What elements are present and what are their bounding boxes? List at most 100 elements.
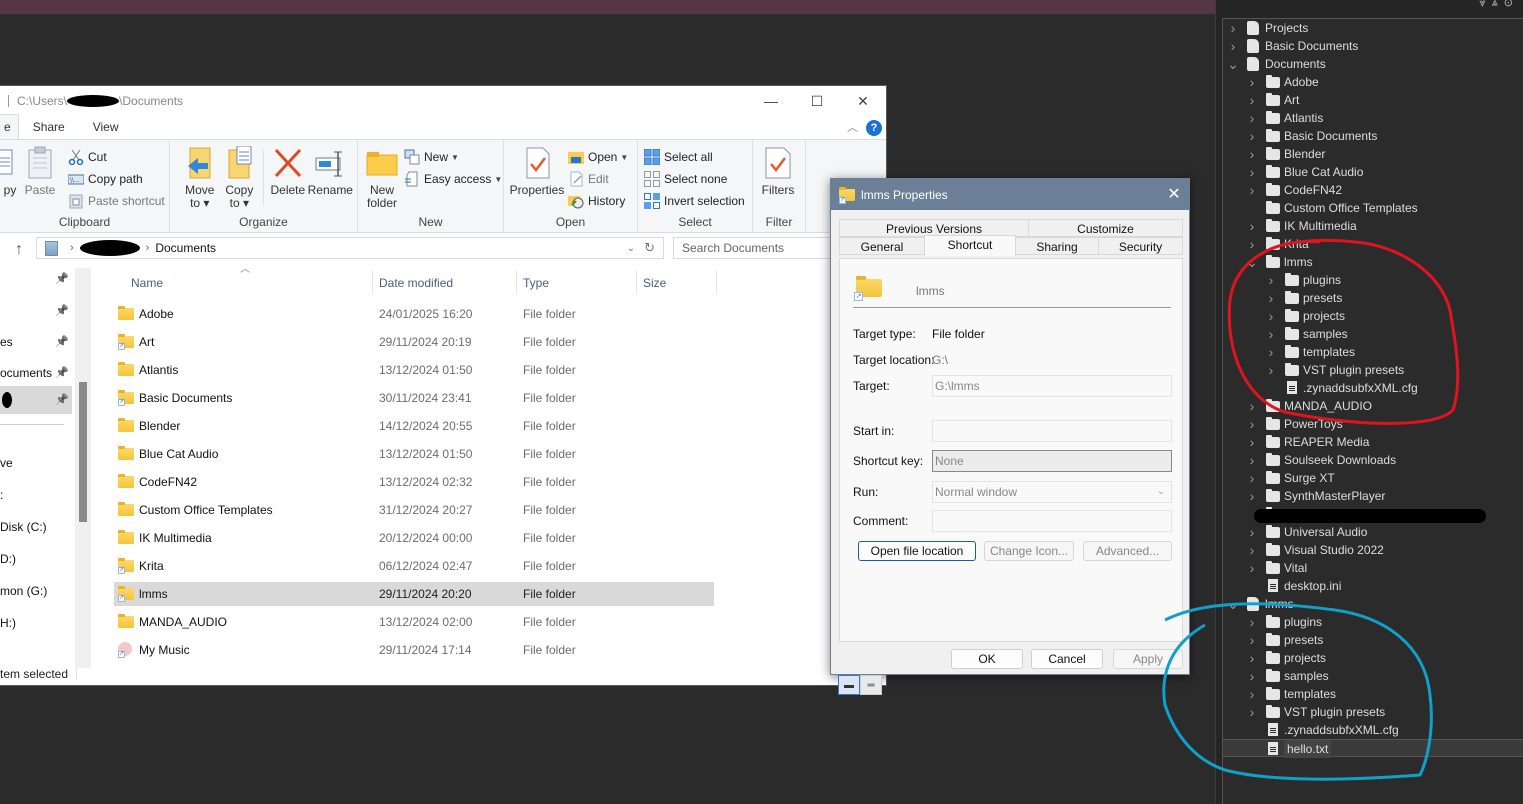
file-row[interactable]: ↗ Basic Documents 30/11/2024 23:41 File fol…	[114, 386, 714, 410]
expand-chevron-icon[interactable]: ›	[1246, 469, 1258, 487]
pin-icon[interactable]: 📌	[55, 386, 69, 414]
column-separator[interactable]	[716, 270, 717, 294]
easy-access-button[interactable]: Easy access ▼	[404, 168, 502, 190]
paste-shortcut-button[interactable]: Paste shortcut	[68, 190, 165, 212]
expand-chevron-icon[interactable]: ›	[1227, 37, 1239, 55]
tab-shortcut[interactable]: Shortcut	[924, 235, 1016, 256]
pin-icon[interactable]: 📌	[55, 362, 69, 384]
file-row[interactable]: IK Multimedia 20/12/2024 00:00 File folder	[114, 526, 714, 550]
apply-button[interactable]: Apply	[1113, 649, 1183, 669]
expand-chevron-icon[interactable]: ›	[1246, 667, 1258, 685]
column-header-size[interactable]: Size	[643, 268, 666, 298]
new-item-button[interactable]: New ▼	[404, 146, 502, 168]
change-icon-button[interactable]: Change Icon...	[984, 541, 1074, 561]
expand-chevron-icon[interactable]: ›	[1246, 559, 1258, 577]
collapse-ribbon-icon[interactable]: ︿	[847, 119, 858, 135]
pin-icon[interactable]: 📌	[55, 331, 69, 353]
copy-path-button[interactable]: \\... Copy path	[67, 168, 165, 190]
details-view-button[interactable]: ▬	[838, 675, 860, 695]
expand-chevron-icon[interactable]: ›	[1246, 145, 1258, 163]
column-separator[interactable]	[516, 270, 517, 294]
tree-toolbar-icons[interactable]: ⩔⩓⊙	[1479, 0, 1519, 10]
expand-chevron-icon[interactable]: ›	[1246, 163, 1258, 181]
expand-chevron-icon[interactable]: ›	[1265, 343, 1277, 361]
column-separator[interactable]	[636, 270, 637, 294]
file-row[interactable]: Blender 14/12/2024 20:55 File folder	[114, 414, 714, 438]
expand-chevron-icon[interactable]: ›	[1246, 217, 1258, 235]
expand-chevron-icon[interactable]: ›	[1246, 631, 1258, 649]
navigation-scrollbar[interactable]	[75, 268, 91, 668]
file-row[interactable]: ↗ Krita 06/12/2024 02:47 File folder	[114, 554, 714, 578]
select-none-button[interactable]: Select none	[644, 168, 745, 190]
address-bar[interactable]: › › Documents ⌄ ↻	[36, 237, 664, 259]
file-row[interactable]: Blue Cat Audio 13/12/2024 01:50 File folde…	[114, 442, 714, 466]
file-row[interactable]: Adobe 24/01/2025 16:20 File folder	[114, 302, 714, 326]
nav-item[interactable]: ve	[0, 452, 72, 474]
expand-chevron-icon[interactable]: ›	[1246, 703, 1258, 721]
expand-chevron-icon[interactable]: ›	[1246, 91, 1258, 109]
comment-input[interactable]	[932, 510, 1172, 532]
file-row[interactable]: Custom Office Templates 31/12/2024 20:27 F…	[114, 498, 714, 522]
expand-chevron-icon[interactable]: ›	[1246, 685, 1258, 703]
file-row[interactable]: CodeFN42 13/12/2024 02:32 File folder	[114, 470, 714, 494]
expand-chevron-icon[interactable]: ›	[1265, 271, 1277, 289]
open-file-location-button[interactable]: Open file location	[858, 541, 976, 561]
cut-button[interactable]: Cut	[68, 146, 165, 168]
column-header-type[interactable]: Type	[523, 268, 549, 298]
tab-view[interactable]: View	[79, 115, 133, 139]
cancel-button[interactable]: Cancel	[1031, 649, 1103, 669]
file-row[interactable]: ↗ Art 29/11/2024 20:19 File folder	[114, 330, 714, 354]
expand-chevron-icon[interactable]: ›	[1265, 361, 1277, 379]
help-icon[interactable]: ?	[866, 120, 882, 136]
expand-chevron-icon[interactable]: ›	[1246, 235, 1258, 253]
file-row[interactable]: Atlantis 13/12/2024 01:50 File folder	[114, 358, 714, 382]
tab-customize[interactable]: Customize	[1028, 219, 1183, 237]
nav-item[interactable]: ocuments 📌	[0, 362, 72, 384]
start-in-input[interactable]	[932, 420, 1172, 442]
column-header-name[interactable]: Name	[131, 268, 163, 298]
pin-icon[interactable]: 📌	[55, 268, 69, 290]
tree-item[interactable]: hello.txt	[1223, 739, 1523, 758]
nav-item[interactable]: 📌	[0, 300, 72, 322]
nav-item[interactable]: mon (G:)	[0, 580, 72, 602]
nav-item[interactable]: es 📌	[0, 331, 72, 353]
nav-item[interactable]: :	[0, 484, 72, 506]
run-select[interactable]: Normal window ⌄	[932, 481, 1172, 503]
pin-icon[interactable]: 📌	[55, 300, 69, 322]
nav-item[interactable]: Disk (C:)	[0, 516, 72, 538]
maximize-button[interactable]: ☐	[794, 86, 840, 116]
expand-chevron-icon[interactable]: ›	[1227, 19, 1239, 37]
expand-chevron-icon[interactable]: ›	[1246, 613, 1258, 631]
nav-item[interactable]: 📌	[0, 268, 72, 290]
nav-item[interactable]: D:)	[0, 548, 72, 570]
expand-chevron-icon[interactable]: ›	[1246, 451, 1258, 469]
target-input[interactable]: G:\lmms	[932, 375, 1172, 397]
expand-chevron-icon[interactable]: ›	[1265, 307, 1277, 325]
open-button[interactable]: Open ▼	[568, 146, 628, 168]
expand-chevron-icon[interactable]: ›	[1246, 433, 1258, 451]
collapse-chevron-icon[interactable]: ⌄	[1227, 55, 1239, 73]
file-row[interactable]: ↗ lmms 29/11/2024 20:20 File folder	[114, 582, 714, 606]
expand-chevron-icon[interactable]: ›	[1246, 487, 1258, 505]
expand-chevron-icon[interactable]: ›	[1265, 325, 1277, 343]
large-icons-view-button[interactable]: ═	[860, 675, 882, 695]
tab-share[interactable]: Share	[19, 115, 79, 139]
select-all-button[interactable]: Select all	[643, 146, 745, 168]
collapse-chevron-icon[interactable]: ⌄	[1246, 253, 1258, 271]
ok-button[interactable]: OK	[951, 649, 1023, 669]
nav-item[interactable]: 📌	[0, 386, 72, 414]
expand-chevron-icon[interactable]: ›	[1246, 523, 1258, 541]
tab-sharing[interactable]: Sharing	[1015, 237, 1099, 255]
expand-chevron-icon[interactable]: ›	[1246, 541, 1258, 559]
tab-security[interactable]: Security	[1098, 237, 1183, 255]
file-row[interactable]: ↗ My Music 29/11/2024 17:14 File folder	[114, 638, 714, 662]
expand-chevron-icon[interactable]: ›	[1265, 289, 1277, 307]
expand-chevron-icon[interactable]: ›	[1246, 127, 1258, 145]
nav-item[interactable]: H:)	[0, 612, 72, 634]
advanced-button[interactable]: Advanced...	[1083, 541, 1172, 561]
tab-general[interactable]: General	[839, 237, 925, 255]
tab-home[interactable]: e	[0, 114, 19, 139]
scrollbar-thumb[interactable]	[79, 382, 87, 522]
expand-chevron-icon[interactable]: ›	[1246, 415, 1258, 433]
file-row[interactable]: MANDA_AUDIO 13/12/2024 02:00 File folder	[114, 610, 714, 634]
